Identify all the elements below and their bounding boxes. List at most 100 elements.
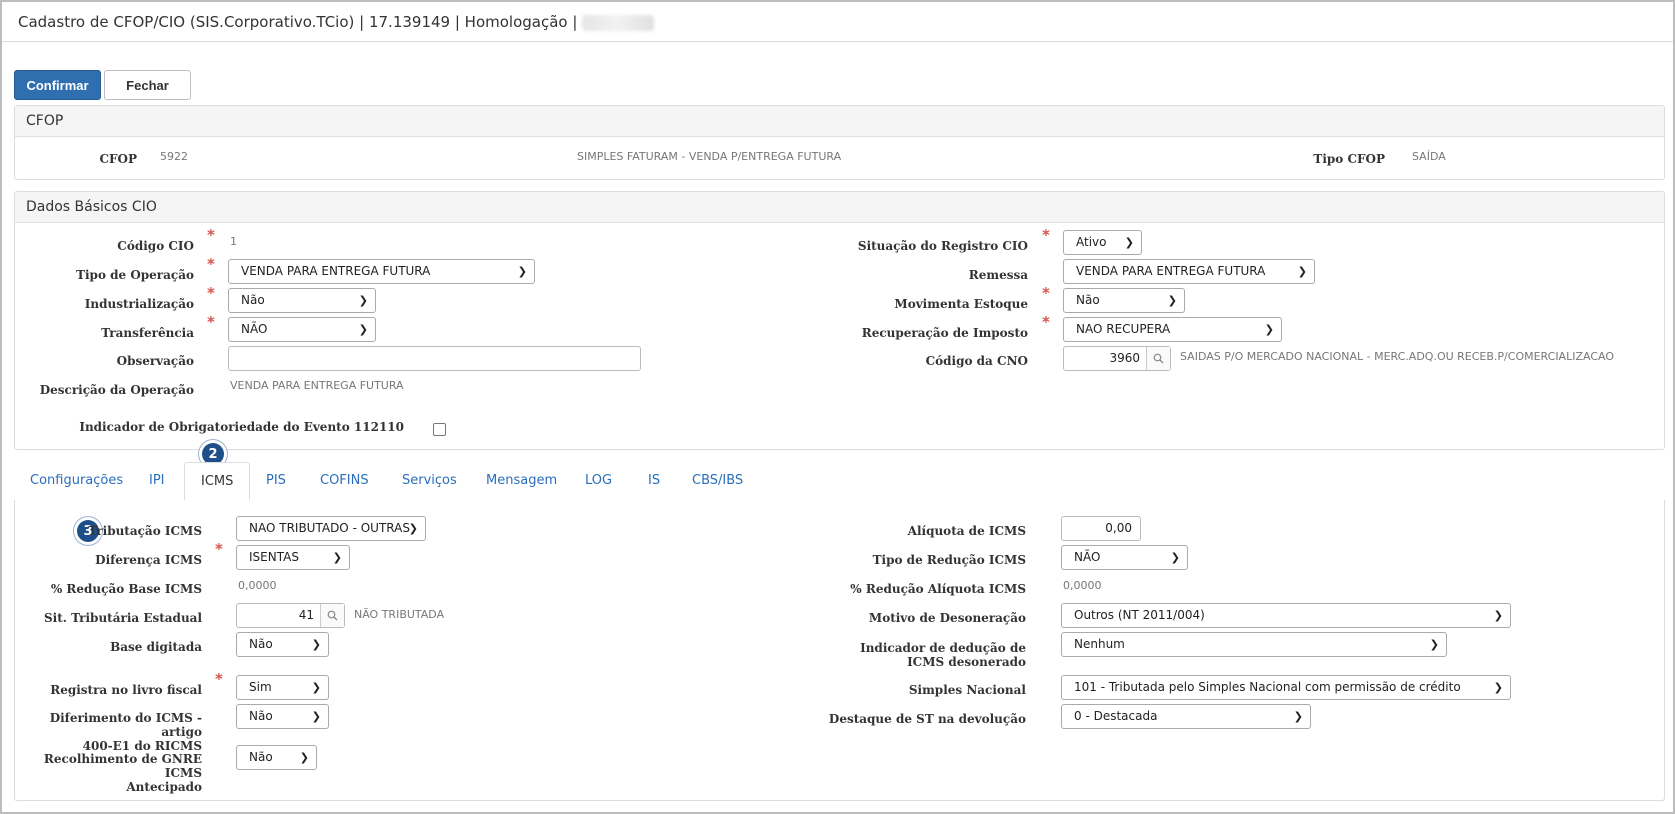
tab-servicos[interactable]: Serviços xyxy=(386,462,473,500)
observacao-input[interactable] xyxy=(228,346,641,371)
base-digitada-select[interactable]: Não ❯ xyxy=(236,632,329,657)
codigo-cno-input[interactable]: 3960 xyxy=(1064,347,1148,370)
sit-tributaria-label: Sit. Tributária Estadual xyxy=(44,611,202,625)
cfop-panel: CFOP CFOP 5922 SIMPLES FATURAM - VENDA P… xyxy=(14,105,1665,180)
cfop-description: SIMPLES FATURAM - VENDA P/ENTREGA FUTURA xyxy=(577,150,842,163)
motivo-desoneracao-select[interactable]: Outros (NT 2011/004) ❯ xyxy=(1061,603,1511,628)
tributacao-icms-value: NAO TRIBUTADO - OUTRAS xyxy=(249,521,410,535)
basic-data-panel-title: Dados Básicos CIO xyxy=(15,192,1664,223)
base-digitada-label: Base digitada xyxy=(110,640,202,654)
remessa-label: Remessa xyxy=(968,268,1028,282)
tab-ipi[interactable]: IPI xyxy=(133,462,181,500)
required-marker: * xyxy=(1042,226,1050,244)
aliquota-icms-input[interactable]: 0,00 xyxy=(1061,516,1141,541)
reducao-base-label: % Redução Base ICMS xyxy=(50,582,202,596)
app-window: Cadastro de CFOP/CIO (SIS.Corporativo.TC… xyxy=(0,0,1675,814)
industrializacao-select[interactable]: Não ❯ xyxy=(228,288,376,313)
cfop-panel-title: CFOP xyxy=(15,106,1664,137)
confirm-button[interactable]: Confirmar xyxy=(14,70,101,100)
indicador-deducao-label: Indicador de dedução de ICMS desonerado xyxy=(802,641,1026,669)
observacao-label: Observação xyxy=(116,354,194,368)
diferimento-label-line2: 400-E1 do RICMS xyxy=(82,739,202,753)
indicador-deducao-select[interactable]: Nenhum ❯ xyxy=(1061,632,1447,657)
simples-nacional-value: 101 - Tributada pelo Simples Nacional co… xyxy=(1074,680,1461,694)
required-marker: * xyxy=(207,226,215,244)
diferimento-select[interactable]: Não ❯ xyxy=(236,704,329,729)
remessa-select[interactable]: VENDA PARA ENTREGA FUTURA ❯ xyxy=(1063,259,1315,284)
sit-tributaria-description: NÃO TRIBUTADA xyxy=(354,608,445,621)
tab-cofins[interactable]: COFINS xyxy=(304,462,385,500)
chevron-down-icon: ❯ xyxy=(311,681,321,694)
tributacao-icms-select[interactable]: NAO TRIBUTADO - OUTRAS ❯ xyxy=(236,516,426,541)
tipo-reducao-select[interactable]: NÃO ❯ xyxy=(1061,545,1188,570)
destaque-st-select[interactable]: 0 - Destacada ❯ xyxy=(1061,704,1311,729)
search-icon[interactable] xyxy=(1146,347,1170,370)
tab-configuracoes[interactable]: Configurações xyxy=(14,462,139,500)
diferenca-icms-value: ISENTAS xyxy=(249,550,299,564)
tab-cbs-ibs[interactable]: CBS/IBS xyxy=(676,462,759,500)
chevron-down-icon: ❯ xyxy=(1264,323,1274,336)
registra-livro-select[interactable]: Sim ❯ xyxy=(236,675,329,700)
required-marker: * xyxy=(207,284,215,302)
chevron-down-icon: ❯ xyxy=(1124,236,1134,249)
required-marker: * xyxy=(207,313,215,331)
sit-tributaria-lookup[interactable]: 41 xyxy=(236,603,345,628)
tab-mensagem[interactable]: Mensagem xyxy=(470,462,573,500)
tab-icms[interactable]: ICMS xyxy=(184,462,251,501)
tab-log[interactable]: LOG xyxy=(569,462,628,500)
registra-livro-label: Registra no livro fiscal xyxy=(50,683,202,697)
required-marker: * xyxy=(207,255,215,273)
chevron-down-icon: ❯ xyxy=(408,522,418,535)
indicador-deducao-line1: Indicador de dedução de xyxy=(860,641,1026,655)
chevron-down-icon: ❯ xyxy=(311,710,321,723)
cfop-code: 5922 xyxy=(160,150,188,163)
recuperacao-imposto-select[interactable]: NAO RECUPERA ❯ xyxy=(1063,317,1282,342)
chevron-down-icon: ❯ xyxy=(1167,294,1177,307)
tab-pis[interactable]: PIS xyxy=(250,462,302,500)
simples-nacional-label: Simples Nacional xyxy=(908,683,1026,697)
codigo-cio-label: Código CIO xyxy=(117,239,194,253)
recuperacao-imposto-label: Recuperação de Imposto xyxy=(861,326,1028,340)
codigo-cno-description: SAIDAS P/O MERCADO NACIONAL - MERC.ADQ.O… xyxy=(1180,350,1614,363)
simples-nacional-select[interactable]: 101 - Tributada pelo Simples Nacional co… xyxy=(1061,675,1511,700)
chevron-down-icon: ❯ xyxy=(1293,710,1303,723)
movimenta-estoque-label: Movimenta Estoque xyxy=(894,297,1028,311)
sit-tributaria-input[interactable]: 41 xyxy=(237,604,322,627)
close-button[interactable]: Fechar xyxy=(104,70,191,100)
aliquota-icms-label: Alíquota de ICMS xyxy=(907,524,1026,538)
remessa-value: VENDA PARA ENTREGA FUTURA xyxy=(1076,264,1266,278)
chevron-down-icon: ❯ xyxy=(332,551,342,564)
tab-is[interactable]: IS xyxy=(632,462,676,500)
recolhimento-label-line2: Antecipado xyxy=(126,780,202,794)
registra-livro-value: Sim xyxy=(249,680,272,694)
destaque-st-label: Destaque de ST na devolução xyxy=(828,712,1026,726)
chevron-down-icon: ❯ xyxy=(517,265,527,278)
situacao-registro-select[interactable]: Ativo ❯ xyxy=(1063,230,1142,255)
indicador-evento-checkbox[interactable] xyxy=(433,423,446,436)
diferimento-value: Não xyxy=(249,709,273,723)
diferenca-icms-select[interactable]: ISENTAS ❯ xyxy=(236,545,350,570)
recuperacao-imposto-value: NAO RECUPERA xyxy=(1076,322,1171,336)
motivo-desoneracao-value: Outros (NT 2011/004) xyxy=(1074,608,1205,622)
required-marker: * xyxy=(215,540,223,558)
codigo-cio-value: 1 xyxy=(230,235,237,248)
industrializacao-label: Industrialização xyxy=(84,297,194,311)
reducao-aliquota-value: 0,0000 xyxy=(1063,579,1102,592)
transferencia-select[interactable]: NÃO ❯ xyxy=(228,317,376,342)
tipo-cfop-label: Tipo CFOP xyxy=(1313,152,1385,166)
reducao-base-value: 0,0000 xyxy=(238,579,277,592)
tipo-operacao-value: VENDA PARA ENTREGA FUTURA xyxy=(241,264,431,278)
chevron-down-icon: ❯ xyxy=(1297,265,1307,278)
tipo-cfop-value: SAÍDA xyxy=(1412,150,1446,163)
tributacao-icms-label: Tributação ICMS xyxy=(88,524,202,538)
tipo-operacao-label: Tipo de Operação xyxy=(76,268,194,282)
movimenta-estoque-value: Não xyxy=(1076,293,1100,307)
codigo-cno-lookup[interactable]: 3960 xyxy=(1063,346,1171,371)
chevron-down-icon: ❯ xyxy=(358,323,368,336)
required-marker: * xyxy=(1042,313,1050,331)
tipo-operacao-select[interactable]: VENDA PARA ENTREGA FUTURA ❯ xyxy=(228,259,535,284)
search-icon[interactable] xyxy=(320,604,344,627)
industrializacao-value: Não xyxy=(241,293,265,307)
movimenta-estoque-select[interactable]: Não ❯ xyxy=(1063,288,1185,313)
recolhimento-select[interactable]: Não ❯ xyxy=(236,745,317,770)
